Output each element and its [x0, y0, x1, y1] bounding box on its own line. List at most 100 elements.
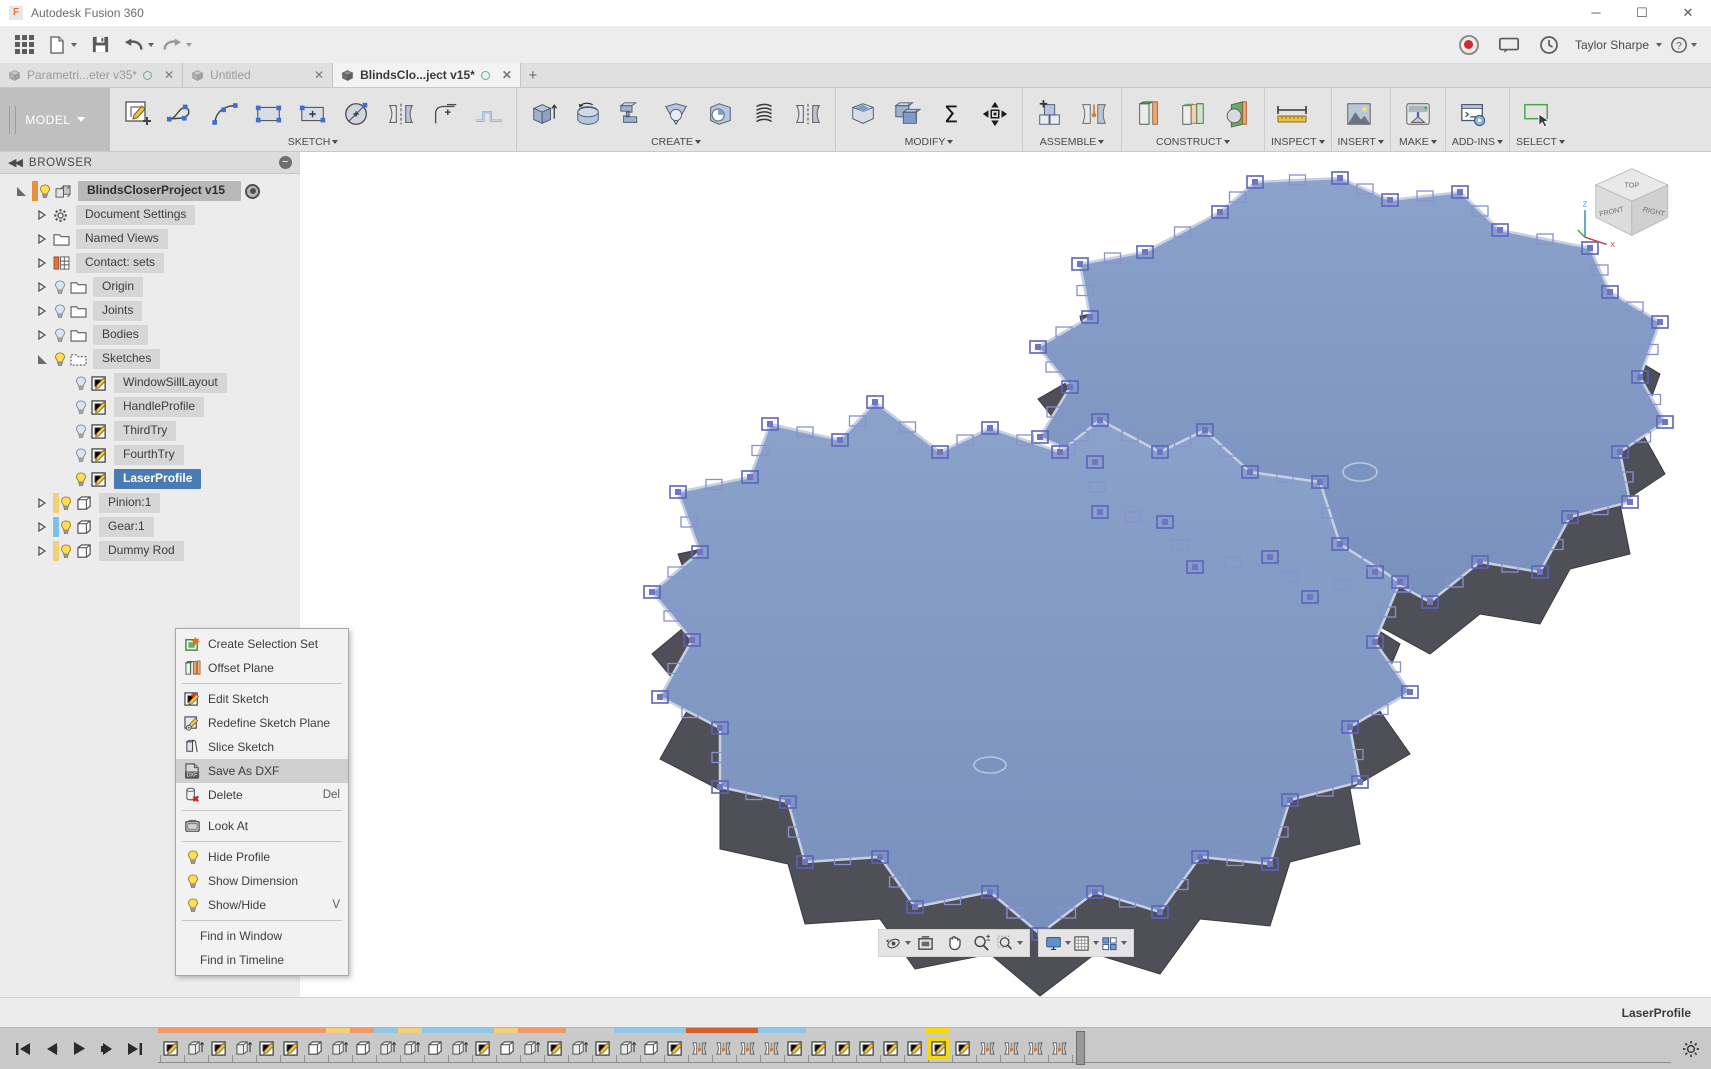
context-menu-item-redefine-sketch-plane[interactable]: Redefine Sketch Plane	[176, 711, 348, 735]
scripts-addins-button[interactable]	[1452, 94, 1494, 134]
close-button[interactable]: ✕	[1665, 0, 1711, 26]
timeline-feature[interactable]	[736, 1038, 758, 1060]
timeline-feature[interactable]	[688, 1038, 710, 1060]
3d-print-button[interactable]	[1397, 94, 1439, 134]
ribbon-group-label[interactable]: CONSTRUCT	[1128, 136, 1258, 149]
timeline-feature[interactable]	[400, 1038, 422, 1060]
zoom-button[interactable]	[969, 932, 995, 954]
go-to-beginning-button[interactable]	[14, 1040, 32, 1058]
visibility-bulb-icon[interactable]	[59, 496, 73, 511]
context-menu-item-hide-profile[interactable]: Hide Profile	[176, 845, 348, 869]
create-sketch-button[interactable]	[116, 94, 158, 134]
close-tab-icon[interactable]: ✕	[314, 68, 324, 82]
minimize-button[interactable]: ─	[1573, 0, 1619, 26]
expand-arrow-icon[interactable]	[31, 323, 53, 347]
offset-plane-button[interactable]	[1128, 94, 1170, 134]
fillet-button[interactable]	[424, 94, 466, 134]
redo-button[interactable]	[158, 29, 194, 61]
timeline-feature[interactable]	[448, 1038, 470, 1060]
timeline-feature[interactable]	[496, 1038, 518, 1060]
context-menu-item-find-in-window[interactable]: Find in Window	[176, 924, 348, 948]
timeline-feature[interactable]	[160, 1038, 182, 1060]
new-tab-button[interactable]: +	[521, 63, 545, 87]
thread-button[interactable]	[743, 94, 785, 134]
visibility-bulb-icon[interactable]	[53, 280, 67, 295]
browser-item-sketches[interactable]: Sketches	[0, 347, 300, 371]
timeline-feature[interactable]	[664, 1038, 686, 1060]
combine-button[interactable]	[886, 94, 928, 134]
browser-item-joints[interactable]: Joints	[0, 299, 300, 323]
browser-item-pinion-1[interactable]: Pinion:1	[0, 491, 300, 515]
revolve-button[interactable]	[567, 94, 609, 134]
timeline-feature[interactable]	[784, 1038, 806, 1060]
expand-arrow-icon[interactable]	[31, 515, 53, 539]
visibility-bulb-icon[interactable]	[74, 424, 88, 439]
timeline-feature[interactable]	[232, 1038, 254, 1060]
move-copy-button[interactable]	[974, 94, 1016, 134]
view-cube[interactable]: TOP FRONT RIGHT Z X	[1575, 158, 1685, 248]
timeline-feature[interactable]	[712, 1038, 734, 1060]
save-button[interactable]	[82, 29, 118, 61]
context-menu-item-offset-plane[interactable]: Offset Plane	[176, 656, 348, 680]
ribbon-group-label[interactable]: ASSEMBLE	[1029, 136, 1115, 149]
visibility-bulb-icon[interactable]	[53, 304, 67, 319]
context-menu-item-look-at[interactable]: Look At	[176, 814, 348, 838]
visibility-bulb-icon[interactable]	[74, 448, 88, 463]
maximize-button[interactable]: ☐	[1619, 0, 1665, 26]
plane-angle-button[interactable]	[1172, 94, 1214, 134]
timeline-feature[interactable]	[592, 1038, 614, 1060]
ribbon-group-label[interactable]: ADD-INS	[1452, 136, 1503, 149]
expand-arrow-icon[interactable]	[31, 251, 53, 275]
extrude-button[interactable]	[523, 94, 565, 134]
visibility-bulb-icon[interactable]	[74, 400, 88, 415]
timeline-feature[interactable]	[616, 1038, 638, 1060]
select-button[interactable]	[1516, 94, 1558, 134]
user-menu-button[interactable]: Taylor Sharpe	[1571, 29, 1662, 61]
viewports-button[interactable]	[1101, 932, 1127, 954]
ribbon-group-label[interactable]: MODIFY	[842, 136, 1016, 149]
grid-snaps-button[interactable]	[1073, 932, 1099, 954]
context-menu-item-show-dimension[interactable]: Show Dimension	[176, 869, 348, 893]
plane-tangent-button[interactable]	[1216, 94, 1258, 134]
timeline-feature[interactable]	[976, 1038, 998, 1060]
browser-item-document-settings[interactable]: Document Settings	[0, 203, 300, 227]
expand-arrow-icon[interactable]	[31, 299, 53, 323]
close-tab-icon[interactable]: ✕	[164, 68, 174, 82]
ribbon-group-label[interactable]: SKETCH	[116, 136, 510, 149]
sketch-extrude-button[interactable]	[468, 94, 510, 134]
history-button[interactable]	[1531, 29, 1567, 61]
timeline-feature[interactable]	[856, 1038, 878, 1060]
timeline-feature[interactable]	[376, 1038, 398, 1060]
fit-button[interactable]	[913, 932, 939, 954]
browser-item-fourthtry[interactable]: FourthTry	[0, 443, 300, 467]
pan-button[interactable]	[941, 932, 967, 954]
browser-item-bodies[interactable]: Bodies	[0, 323, 300, 347]
context-menu-item-find-in-timeline[interactable]: Find in Timeline	[176, 948, 348, 972]
play-button[interactable]	[70, 1040, 88, 1058]
visibility-bulb-icon[interactable]	[38, 184, 52, 199]
ribbon-group-label[interactable]: SELECT	[1516, 136, 1565, 149]
arc-button[interactable]	[204, 94, 246, 134]
undo-button[interactable]	[120, 29, 156, 61]
browser-item-windowsilllayout[interactable]: WindowSillLayout	[0, 371, 300, 395]
context-menu[interactable]: Create Selection SetOffset PlaneEdit Ske…	[175, 628, 349, 976]
help-button[interactable]: ?	[1666, 29, 1701, 61]
timeline-feature[interactable]	[1048, 1038, 1070, 1060]
timeline-feature[interactable]	[808, 1038, 830, 1060]
context-menu-item-show-hide[interactable]: Show/HideV	[176, 893, 348, 917]
timeline-settings-button[interactable]	[1671, 1040, 1711, 1058]
new-component-button[interactable]	[1029, 94, 1071, 134]
visibility-bulb-icon[interactable]	[53, 328, 67, 343]
timeline-feature[interactable]	[256, 1038, 278, 1060]
timeline-feature[interactable]	[904, 1038, 926, 1060]
ribbon-group-label[interactable]: INSPECT	[1271, 136, 1325, 149]
timeline-feature[interactable]	[304, 1038, 326, 1060]
browser-item-handleprofile[interactable]: HandleProfile	[0, 395, 300, 419]
zoom-window-button[interactable]	[997, 932, 1023, 954]
timeline-feature[interactable]	[208, 1038, 230, 1060]
step-forward-button[interactable]	[98, 1040, 116, 1058]
expand-arrow-icon[interactable]	[31, 491, 53, 515]
context-menu-item-slice-sketch[interactable]: Slice Sketch	[176, 735, 348, 759]
app-grid-button[interactable]	[6, 29, 42, 61]
loft-button[interactable]	[655, 94, 697, 134]
